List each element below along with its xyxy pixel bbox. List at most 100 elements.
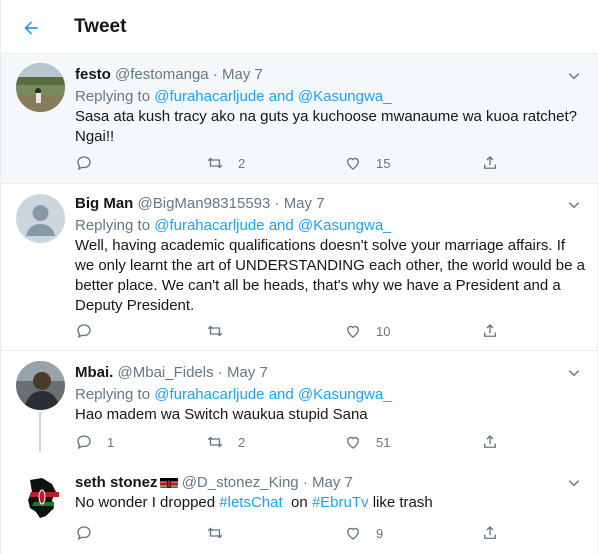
mention-link[interactable]: @furahacarljude	[154, 217, 264, 234]
retweet-icon	[207, 436, 223, 448]
default-avatar-icon	[16, 194, 65, 243]
share-button[interactable]	[481, 523, 499, 543]
text-segment: like trash	[368, 494, 433, 511]
reply-icon	[77, 156, 91, 171]
tweet-actions: 9	[75, 523, 515, 543]
tweet-actions: 10	[75, 321, 515, 341]
reply-icon	[77, 526, 91, 541]
timestamp[interactable]: May 7	[227, 364, 268, 381]
reply-count: 1	[107, 434, 115, 450]
avatar[interactable]	[16, 194, 65, 243]
tweet-actions: 1 2 51	[75, 432, 515, 452]
like-button[interactable]: 9	[344, 523, 383, 543]
replying-to: Replying to @furahacarljude and @Kasungw…	[75, 216, 585, 236]
share-button[interactable]	[481, 432, 499, 452]
mention-link[interactable]: @Kasungwa_	[298, 386, 392, 403]
reply-icon	[77, 435, 91, 450]
handle[interactable]: @D_stonez_King	[182, 474, 299, 491]
replying-and: and	[268, 217, 294, 234]
display-name[interactable]: Mbai.	[75, 364, 113, 381]
like-button[interactable]: 15	[344, 153, 390, 173]
hashtag-link[interactable]: #letsChat	[219, 494, 282, 511]
share-icon	[484, 156, 496, 169]
avatar[interactable]	[16, 63, 65, 112]
mention-link[interactable]: @furahacarljude	[154, 88, 264, 105]
separator: ·	[212, 66, 218, 83]
share-icon	[484, 526, 496, 539]
timestamp[interactable]: May 7	[222, 66, 263, 83]
like-count: 51	[376, 434, 391, 450]
retweet-button[interactable]: 2	[206, 432, 245, 452]
separator: ·	[274, 195, 280, 212]
retweet-count: 2	[238, 434, 246, 450]
separator: ·	[217, 364, 223, 381]
more-options-button[interactable]	[565, 67, 583, 85]
tweet-meta: Mbai. @Mbai_Fidels · May 7	[75, 363, 585, 383]
timestamp[interactable]: May 7	[284, 195, 325, 212]
kenya-flag-icon	[159, 476, 178, 488]
display-name[interactable]: Big Man	[75, 195, 133, 212]
display-name[interactable]: festo	[75, 66, 111, 83]
reply-button[interactable]	[75, 321, 107, 341]
reply-button[interactable]	[75, 523, 107, 543]
arrow-left-icon	[24, 21, 38, 35]
share-button[interactable]	[481, 321, 499, 341]
heart-icon	[347, 436, 359, 449]
mention-link[interactable]: @furahacarljude	[154, 386, 264, 403]
tweet-text: Sasa ata kush tracy ako na guts ya kucho…	[75, 108, 577, 145]
retweet-button[interactable]	[206, 321, 238, 341]
more-options-button[interactable]	[565, 474, 583, 492]
share-button[interactable]	[481, 153, 499, 173]
tweet-actions: 2 15	[75, 153, 515, 173]
tweet-mbai[interactable]: Mbai. @Mbai_Fidels · May 7 Replying to @…	[1, 352, 598, 462]
more-options-button[interactable]	[565, 196, 583, 214]
mention-link[interactable]: @Kasungwa_	[298, 217, 392, 234]
retweet-icon	[207, 527, 223, 539]
more-options-button[interactable]	[565, 364, 583, 382]
retweet-button[interactable]: 2	[206, 153, 245, 173]
replying-and: and	[268, 386, 294, 403]
replying-to: Replying to @furahacarljude and @Kasungw…	[75, 87, 585, 107]
page-header: Tweet	[1, 0, 598, 54]
like-count: 15	[376, 155, 391, 171]
replying-to: Replying to @furahacarljude and @Kasungw…	[75, 385, 585, 405]
handle[interactable]: @festomanga	[115, 66, 209, 83]
like-button[interactable]: 51	[344, 432, 390, 452]
chevron-down-icon	[568, 480, 580, 487]
reply-button[interactable]: 1	[75, 432, 114, 452]
chevron-down-icon	[568, 73, 580, 80]
avatar[interactable]	[16, 472, 65, 521]
thread-connector	[39, 412, 41, 452]
tweet-meta: festo @festomanga · May 7	[75, 65, 585, 85]
handle[interactable]: @BigMan98315593	[138, 195, 271, 212]
chevron-down-icon	[568, 202, 580, 209]
handle[interactable]: @Mbai_Fidels	[118, 364, 214, 381]
tweet-festo[interactable]: festo @festomanga · May 7 Replying to @f…	[1, 55, 598, 184]
replying-prefix: Replying to	[75, 386, 151, 403]
tweet-text: No wonder I dropped #letsChat on #EbruTv…	[75, 493, 585, 513]
replying-prefix: Replying to	[75, 217, 151, 234]
mention-link[interactable]: @Kasungwa_	[298, 88, 392, 105]
tweet-meta: seth stonez @D_stonez_King · May 7	[75, 473, 585, 493]
like-button[interactable]: 10	[344, 321, 390, 341]
avatar[interactable]	[16, 361, 65, 410]
retweet-button[interactable]	[206, 523, 238, 543]
page-title: Tweet	[74, 16, 127, 37]
back-button[interactable]	[15, 12, 47, 44]
replying-prefix: Replying to	[75, 88, 151, 105]
heart-icon	[347, 527, 359, 540]
tweet-thread-page: Tweet festo @festomanga · May 7 Replying…	[0, 0, 598, 554]
text-segment: on	[282, 494, 312, 511]
text-segment: No wonder I dropped	[75, 494, 220, 511]
reply-button[interactable]	[75, 153, 107, 173]
timestamp[interactable]: May 7	[312, 474, 353, 491]
replying-and: and	[268, 88, 294, 105]
tweet-meta: Big Man @BigMan98315593 · May 7	[75, 194, 585, 214]
hashtag-link[interactable]: #EbruTv	[312, 494, 369, 511]
like-count: 10	[376, 323, 391, 339]
separator: ·	[302, 474, 308, 491]
tweet-big-man[interactable]: Big Man @BigMan98315593 · May 7 Replying…	[1, 185, 598, 351]
tweet-seth-stonez[interactable]: seth stonez @D_stonez_King · May 7 No wo…	[1, 462, 598, 554]
display-name[interactable]: seth stonez	[75, 474, 158, 491]
like-count: 9	[376, 525, 384, 541]
